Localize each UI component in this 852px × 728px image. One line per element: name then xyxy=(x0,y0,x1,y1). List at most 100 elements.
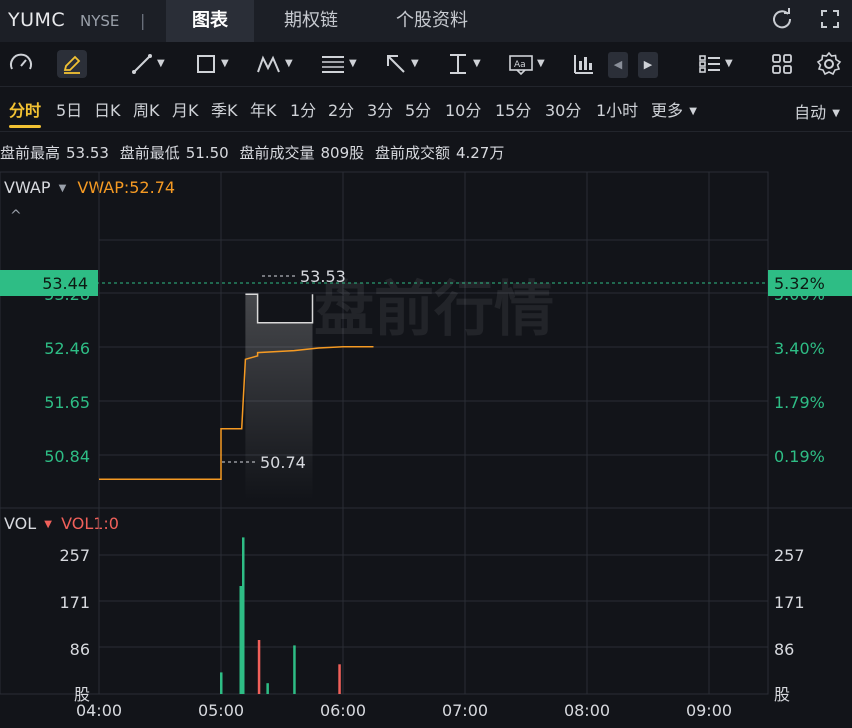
current-pct-tag xyxy=(768,270,852,296)
volume-bar xyxy=(338,664,341,694)
period-quarterly[interactable]: 季K xyxy=(211,97,238,121)
pattern-tool-icon[interactable]: ▼ xyxy=(256,50,293,78)
vwap-indicator-selector[interactable]: VWAP ▼ VWAP:52.74 xyxy=(4,178,175,197)
volume-tick-left: 86 xyxy=(70,640,90,659)
layout-list-icon[interactable]: ▼ xyxy=(698,50,733,78)
text-tool-icon[interactable]: Aa ▼ xyxy=(508,50,545,78)
period-1min[interactable]: 1分 xyxy=(290,97,316,121)
fib-tool-icon[interactable]: ▼ xyxy=(320,50,357,78)
premarket-amount-value: 4.27万 xyxy=(455,144,505,162)
x-tick: 09:00 xyxy=(686,701,732,720)
vwap-indicator-name: VWAP xyxy=(4,178,51,197)
title-separator: | xyxy=(140,11,146,30)
period-3min[interactable]: 3分 xyxy=(367,97,393,121)
vol-indicator-selector[interactable]: VOL ▼ VOL1:0 xyxy=(4,514,119,533)
period-30min[interactable]: 30分 xyxy=(545,97,581,121)
volume-bar xyxy=(293,645,296,694)
tab-options-chain[interactable]: 期权链 xyxy=(258,0,364,42)
premarket-info: 盘前最高 53.53 盘前最低 51.50 盘前成交量 809股 盘前成交额 4.27万 xyxy=(0,142,510,163)
period-1hour[interactable]: 1小时 xyxy=(596,97,638,121)
volume-tick-right: 171 xyxy=(774,593,805,612)
chevron-down-icon: ▼ xyxy=(221,58,229,69)
ticker-symbol: YUMC xyxy=(8,9,66,31)
premarket-volume-value: 809股 xyxy=(320,144,365,162)
volume-bar xyxy=(266,683,269,694)
volume-bar xyxy=(239,586,242,694)
period-weekly[interactable]: 周K xyxy=(133,97,160,121)
price-tick-left: 53.28 xyxy=(44,285,90,304)
period-more[interactable]: 更多 ▼ xyxy=(651,97,697,121)
period-2min[interactable]: 2分 xyxy=(328,97,354,121)
period-yearly[interactable]: 年K xyxy=(250,97,277,121)
period-selector: 分时 5日 日K 周K 月K 季K 年K 1分 2分 3分 5分 10分 15分… xyxy=(0,87,852,132)
volume-bars-layer xyxy=(220,537,341,694)
price-tick-left: 51.65 xyxy=(44,393,90,412)
period-more-label: 更多 xyxy=(651,101,684,120)
tab-stock-profile[interactable]: 个股资料 xyxy=(374,0,490,42)
period-daily[interactable]: 日K xyxy=(94,97,121,121)
volume-bar xyxy=(220,672,223,694)
price-area-fill xyxy=(245,294,313,500)
period-5min[interactable]: 5分 xyxy=(405,97,431,121)
current-price-tag-text: 53.44 xyxy=(42,274,88,293)
pct-tick-right: 3.40% xyxy=(774,339,825,358)
next-icon[interactable]: ▶ xyxy=(638,52,658,78)
volume-bar xyxy=(242,537,245,694)
pct-tick-right: 0.19% xyxy=(774,447,825,466)
grid-icon[interactable] xyxy=(770,50,794,78)
pct-tick-right: 1.79% xyxy=(774,393,825,412)
rectangle-tool-icon[interactable]: ▼ xyxy=(194,50,229,78)
chevron-down-icon: ▼ xyxy=(349,58,357,69)
collapse-chevron-up-icon[interactable]: ^ xyxy=(10,208,22,224)
current-price-tag xyxy=(0,270,98,296)
speedometer-icon[interactable] xyxy=(8,50,34,78)
period-10min[interactable]: 10分 xyxy=(445,97,481,121)
pct-tick-right: 5.00% xyxy=(774,285,825,304)
auto-scale-dropdown[interactable]: 自动 ▼ xyxy=(794,99,840,123)
period-15min[interactable]: 15分 xyxy=(495,97,531,121)
top-bar: YUMC NYSE | 图表 期权链 个股资料 xyxy=(0,0,852,42)
volume-unit-left: 股 xyxy=(74,685,90,704)
period-5day[interactable]: 5日 xyxy=(56,97,82,121)
chevron-down-icon: ▼ xyxy=(537,58,545,69)
svg-text:Aa: Aa xyxy=(514,60,526,70)
chevron-down-icon: ▼ xyxy=(411,58,419,69)
period-monthly[interactable]: 月K xyxy=(172,97,199,121)
x-tick: 04:00 xyxy=(76,701,122,720)
fullscreen-icon[interactable] xyxy=(818,8,842,32)
x-tick: 06:00 xyxy=(320,701,366,720)
arrow-tool-icon[interactable]: ▼ xyxy=(384,50,419,78)
auto-scale-label: 自动 xyxy=(794,103,827,122)
x-tick: 05:00 xyxy=(198,701,244,720)
high-annotation: 53.53 xyxy=(300,267,346,286)
volume-tick-left: 171 xyxy=(59,593,90,612)
price-line xyxy=(245,293,314,324)
refresh-icon[interactable] xyxy=(770,8,794,32)
x-tick: 08:00 xyxy=(564,701,610,720)
chevron-down-icon: ▼ xyxy=(473,58,481,69)
premarket-high-value: 53.53 xyxy=(66,144,109,162)
drawing-toolbar: ▼ ▼ ▼ ▼ ▼ ▼ Aa ▼ ◀ ▶ ▼ xyxy=(0,42,852,87)
vwap-line xyxy=(99,345,374,480)
price-series-layer xyxy=(99,293,374,500)
indicator-icon[interactable] xyxy=(572,50,596,78)
chevron-down-icon: ▼ xyxy=(58,183,67,194)
chevron-down-icon: ▼ xyxy=(829,108,840,119)
period-intraday[interactable]: 分时 xyxy=(9,97,42,128)
price-tick-left: 52.46 xyxy=(44,339,90,358)
measure-tool-icon[interactable]: ▼ xyxy=(446,50,481,78)
chevron-down-icon: ▼ xyxy=(686,106,697,117)
prev-icon[interactable]: ◀ xyxy=(608,52,628,78)
premarket-low-label: 盘前最低 xyxy=(119,144,180,162)
chart-grid xyxy=(0,171,852,695)
current-pct-tag-text: 5.32% xyxy=(774,274,825,293)
tab-chart[interactable]: 图表 xyxy=(166,0,254,42)
line-tool-icon[interactable]: ▼ xyxy=(130,50,165,78)
volume-tick-right: 86 xyxy=(774,640,794,659)
vol-indicator-name: VOL xyxy=(4,514,37,533)
exchange-label: NYSE xyxy=(80,12,120,30)
pencil-icon[interactable] xyxy=(57,50,87,78)
settings-icon[interactable] xyxy=(816,50,842,78)
premarket-watermark: 盘前行情 xyxy=(314,275,554,345)
vwap-indicator-value: VWAP:52.74 xyxy=(77,178,176,197)
